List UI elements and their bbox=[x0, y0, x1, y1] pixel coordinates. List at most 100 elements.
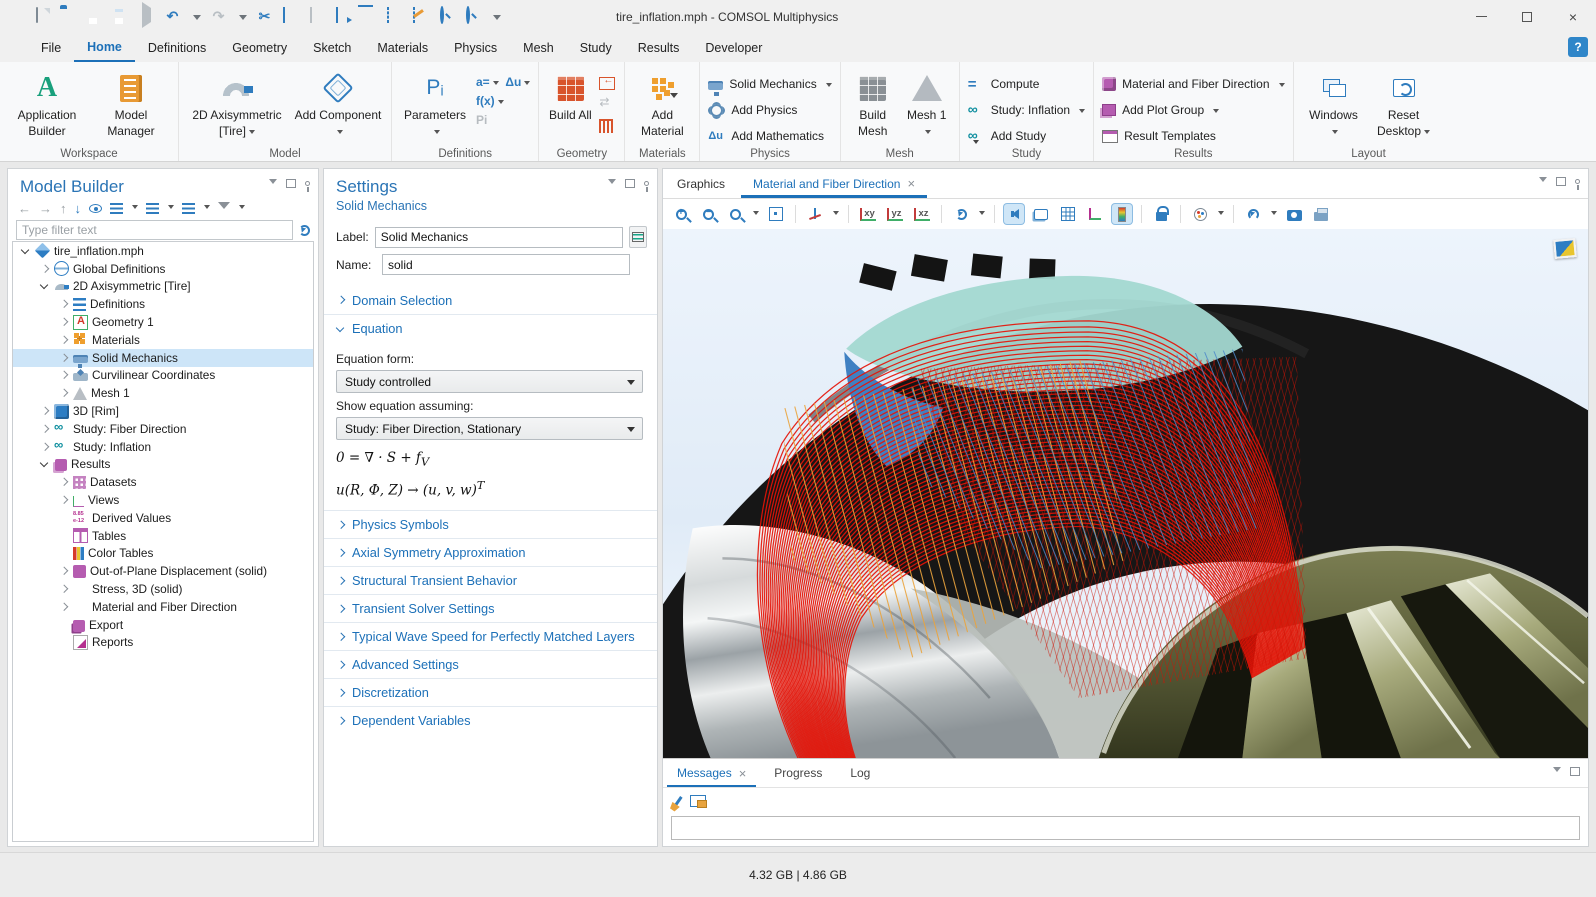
pin-panel-icon[interactable] bbox=[644, 181, 649, 186]
tab-sketch[interactable]: Sketch bbox=[300, 33, 364, 62]
section-structural-transient-behavior[interactable]: Structural Transient Behavior bbox=[324, 566, 657, 594]
build-mesh-button[interactable]: Build Mesh bbox=[849, 67, 897, 139]
panel-menu-icon[interactable] bbox=[608, 179, 616, 188]
chevron-right-icon[interactable] bbox=[57, 333, 71, 347]
tab-study[interactable]: Study bbox=[567, 33, 625, 62]
refresh-icon[interactable] bbox=[299, 225, 310, 236]
float-panel-icon[interactable] bbox=[625, 179, 635, 188]
panel-menu-icon[interactable] bbox=[269, 179, 277, 188]
panel-menu-icon[interactable] bbox=[1539, 177, 1547, 186]
find-icon[interactable] bbox=[438, 8, 455, 25]
show-equation-select[interactable]: Study: Fiber Direction, Stationary bbox=[336, 417, 643, 440]
tree-item-materials[interactable]: Materials bbox=[13, 331, 313, 349]
tree-item-3d-rim[interactable]: 3D [Rim] bbox=[13, 402, 313, 420]
view-yz-icon[interactable]: yz bbox=[885, 204, 905, 224]
rotate-view-icon[interactable] bbox=[951, 204, 971, 224]
reset-desktop-button[interactable]: Reset Desktop bbox=[1372, 67, 1436, 139]
new-file-icon[interactable] bbox=[34, 8, 51, 25]
section-equation[interactable]: Equation bbox=[324, 314, 657, 342]
add-plot-group-button[interactable]: Add Plot Group bbox=[1102, 99, 1284, 121]
tree-item-2d-axisymmetric[interactable]: 2D Axisymmetric [Tire] bbox=[13, 278, 313, 296]
find-in-model-icon[interactable] bbox=[464, 8, 481, 25]
import-geometry-icon[interactable] bbox=[599, 77, 615, 90]
name-input[interactable] bbox=[382, 254, 630, 275]
equation-form-select[interactable]: Study controlled bbox=[336, 370, 643, 393]
tab-material-and-fiber-direction[interactable]: Material and Fiber Direction× bbox=[739, 169, 929, 198]
chevron-down-icon[interactable] bbox=[753, 211, 759, 218]
zoom-extents-icon[interactable] bbox=[766, 204, 786, 224]
print-icon[interactable] bbox=[1311, 204, 1331, 224]
tree-item-geometry-1[interactable]: Geometry 1 bbox=[13, 313, 313, 331]
move-down-icon[interactable]: ↓ bbox=[75, 201, 82, 216]
tab-progress[interactable]: Progress bbox=[760, 759, 836, 787]
tab-physics[interactable]: Physics bbox=[441, 33, 510, 62]
help-button[interactable]: ? bbox=[1568, 37, 1588, 57]
back-icon[interactable]: ← bbox=[18, 201, 31, 216]
section-dependent-variables[interactable]: Dependent Variables bbox=[324, 706, 657, 734]
open-file-icon[interactable] bbox=[60, 8, 77, 25]
compute-button[interactable]: Compute bbox=[968, 73, 1085, 95]
view-xy-icon[interactable]: xy bbox=[858, 204, 878, 224]
tree-item-study-fiber-direction[interactable]: Study: Fiber Direction bbox=[13, 420, 313, 438]
chevron-right-icon[interactable] bbox=[57, 315, 71, 329]
tree-item-global-definitions[interactable]: Global Definitions bbox=[13, 260, 313, 278]
zoom-box-icon[interactable] bbox=[725, 204, 745, 224]
float-panel-icon[interactable] bbox=[1556, 177, 1566, 186]
section-physics-symbols[interactable]: Physics Symbols bbox=[324, 510, 657, 538]
application-builder-button[interactable]: Application Builder bbox=[8, 67, 86, 139]
mesh-select-button[interactable]: Mesh 1 bbox=[903, 67, 951, 139]
chevron-down-icon[interactable] bbox=[833, 211, 839, 218]
tree-item-out-of-plane-displacement[interactable]: Out-of-Plane Displacement (solid) bbox=[13, 562, 313, 580]
cut-icon[interactable]: ✂ bbox=[256, 8, 273, 25]
add-physics-button[interactable]: Add Physics bbox=[708, 99, 831, 121]
undo-dropdown-icon[interactable] bbox=[193, 15, 201, 24]
tree-item-datasets[interactable]: Datasets bbox=[13, 473, 313, 491]
show-icon[interactable] bbox=[89, 204, 102, 213]
tree-item-views[interactable]: Views bbox=[13, 491, 313, 509]
undo-icon[interactable]: ↶ bbox=[164, 8, 181, 25]
build-all-geometry-button[interactable]: Build All bbox=[547, 67, 593, 124]
add-mathematics-button[interactable]: Add Mathematics bbox=[708, 125, 831, 147]
float-panel-icon[interactable] bbox=[286, 179, 296, 188]
nonlocal-couplings-button[interactable]: Δu bbox=[505, 75, 521, 89]
clear-messages-icon[interactable] bbox=[674, 796, 682, 806]
chevron-down-icon[interactable] bbox=[979, 211, 985, 218]
chevron-right-icon[interactable] bbox=[57, 564, 71, 578]
chevron-down-icon[interactable] bbox=[132, 205, 138, 212]
add-material-button[interactable]: Add Material bbox=[633, 67, 691, 139]
chevron-right-icon[interactable] bbox=[57, 582, 71, 596]
plot-group-select[interactable]: Material and Fiber Direction bbox=[1102, 73, 1284, 95]
default-view-icon[interactable] bbox=[805, 204, 825, 224]
snapshot-icon[interactable] bbox=[1284, 204, 1304, 224]
section-axial-symmetry-approximation[interactable]: Axial Symmetry Approximation bbox=[324, 538, 657, 566]
tree-item-mesh-1[interactable]: Mesh 1 bbox=[13, 384, 313, 402]
tab-home[interactable]: Home bbox=[74, 33, 135, 62]
tree-filter-input[interactable] bbox=[16, 220, 293, 240]
section-advanced-settings[interactable]: Advanced Settings bbox=[324, 650, 657, 678]
delete-icon[interactable] bbox=[360, 8, 377, 25]
tab-results[interactable]: Results bbox=[625, 33, 693, 62]
chevron-down-icon[interactable] bbox=[239, 205, 245, 212]
tree-item-study-inflation[interactable]: Study: Inflation bbox=[13, 438, 313, 456]
tab-developer[interactable]: Developer bbox=[692, 33, 775, 62]
tree-item-root[interactable]: tire_inflation.mph bbox=[13, 242, 313, 260]
graphics-viewport[interactable] bbox=[663, 229, 1588, 758]
messages-output-area[interactable] bbox=[671, 816, 1580, 840]
collapse-all-icon[interactable] bbox=[110, 203, 123, 214]
environment-icon[interactable] bbox=[1031, 204, 1051, 224]
chevron-down-icon[interactable] bbox=[1271, 211, 1277, 218]
tab-definitions[interactable]: Definitions bbox=[135, 33, 219, 62]
clear-selection-icon[interactable] bbox=[412, 8, 429, 25]
tree-item-color-tables[interactable]: Color Tables bbox=[13, 545, 313, 563]
chevron-right-icon[interactable] bbox=[57, 493, 71, 507]
close-tab-icon[interactable]: × bbox=[739, 766, 747, 781]
model-manager-button[interactable]: Model Manager bbox=[92, 67, 170, 139]
save-as-icon[interactable] bbox=[112, 8, 129, 25]
chevron-down-icon[interactable] bbox=[1218, 211, 1224, 218]
functions-button[interactable]: f(x) bbox=[476, 94, 530, 108]
redo-dropdown-icon[interactable] bbox=[239, 15, 247, 24]
snapshot-thumbnail-icon[interactable] bbox=[1553, 238, 1577, 259]
section-transient-solver-settings[interactable]: Transient Solver Settings bbox=[324, 594, 657, 622]
tree-item-curvilinear-coordinates[interactable]: Curvilinear Coordinates bbox=[13, 367, 313, 385]
scene-light-icon[interactable] bbox=[1243, 204, 1263, 224]
